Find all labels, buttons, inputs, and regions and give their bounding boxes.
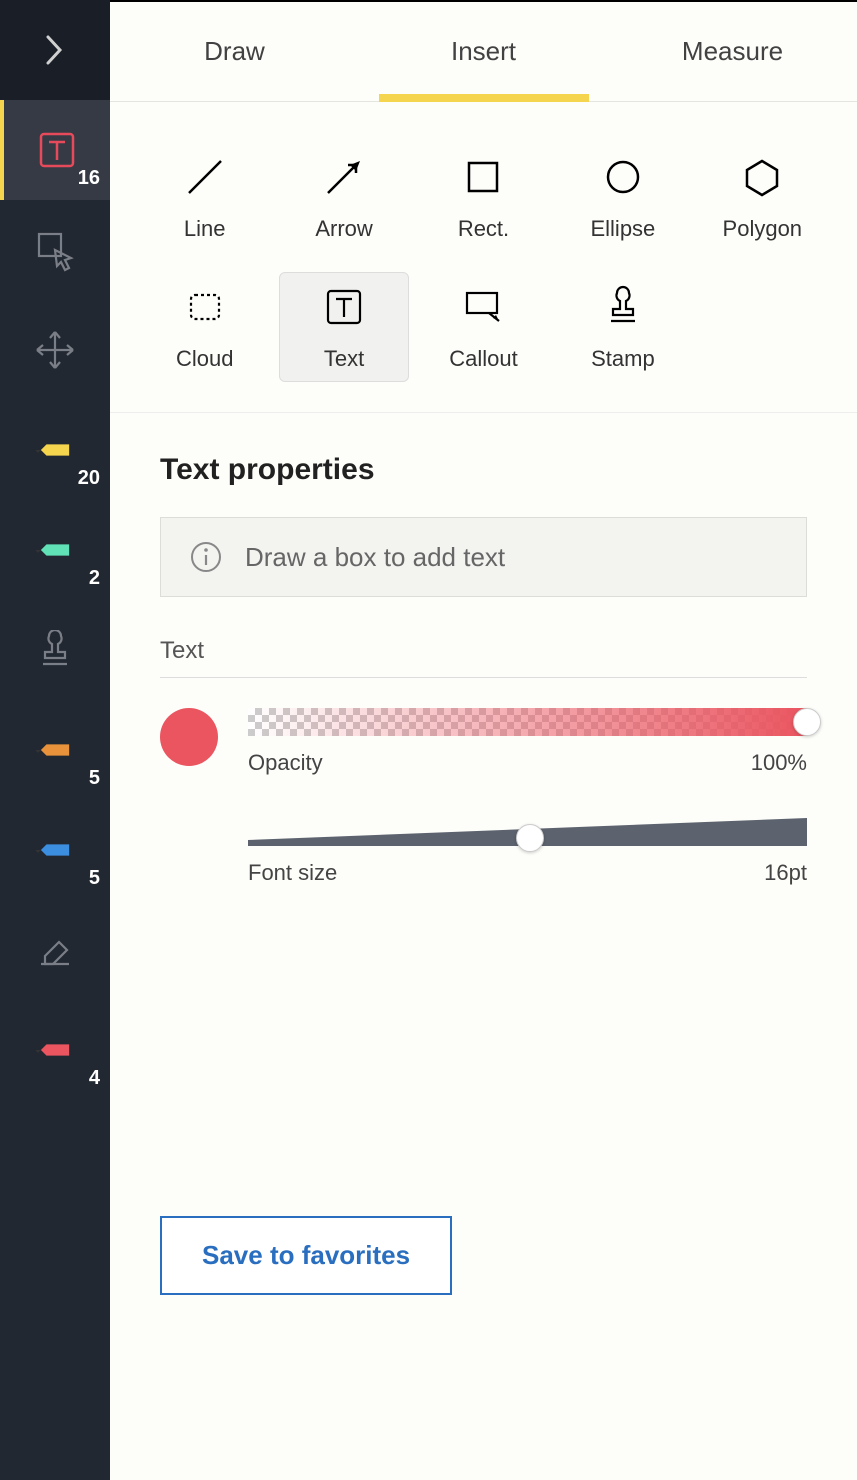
opacity-row: Opacity 100% [160,708,807,776]
section-label: Text [160,637,807,678]
sidebar-badge: 5 [89,767,100,790]
rect-icon [461,152,505,202]
shape-stamp[interactable]: Stamp [558,272,687,382]
fontsize-label: Font size [248,860,337,886]
sidebar-item-stamp[interactable] [0,600,110,700]
text-icon [322,282,366,332]
cloud-icon [183,282,227,332]
pen-icon [30,725,81,776]
pen-icon [30,425,81,476]
polygon-icon [740,152,784,202]
pen-icon [30,825,81,876]
sidebar-item-eraser[interactable] [0,900,110,1000]
shape-label: Callout [449,346,517,372]
sidebar-expand[interactable] [0,0,110,100]
sidebar-item-pen-yellow[interactable]: 20 [0,400,110,500]
tab-insert[interactable]: Insert [359,2,608,101]
ellipse-icon [601,152,645,202]
shape-ellipse[interactable]: Ellipse [558,142,687,252]
shape-label: Arrow [315,216,372,242]
text-tool-icon [37,130,77,170]
shape-label: Rect. [458,216,509,242]
shape-label: Polygon [723,216,803,242]
stamp-icon [601,282,645,332]
text-color-swatch[interactable] [160,708,218,766]
shape-cloud[interactable]: Cloud [140,272,269,382]
shape-label: Line [184,216,226,242]
fontsize-thumb[interactable] [516,824,544,852]
hint-text: Draw a box to add text [245,542,505,573]
shape-rect[interactable]: Rect. [419,142,548,252]
shape-line[interactable]: Line [140,142,269,252]
pen-icon [30,1025,81,1076]
select-icon [33,228,77,272]
sidebar-item-select[interactable] [0,200,110,300]
sidebar-item-pen-red[interactable]: 4 [0,1000,110,1100]
line-icon [183,152,227,202]
sidebar-badge: 5 [89,867,100,890]
properties-panel: Text properties Draw a box to add text T… [110,413,857,966]
chevron-right-icon [44,33,66,67]
shape-label: Text [324,346,364,372]
shape-polygon[interactable]: Polygon [698,142,827,252]
shape-arrow[interactable]: Arrow [279,142,408,252]
pan-icon [33,328,77,372]
sidebar-badge: 4 [89,1067,100,1090]
sidebar: 16 20 2 5 [0,0,110,1480]
arrow-icon [322,152,366,202]
fontsize-slider[interactable] [248,816,807,846]
opacity-value: 100% [751,750,807,776]
stamp-icon [35,630,75,670]
shape-grid: Line Arrow Rect. Ellipse Polygon [110,102,857,413]
shape-label: Ellipse [590,216,655,242]
pen-icon [30,525,81,576]
tab-measure[interactable]: Measure [608,2,857,101]
shape-callout[interactable]: Callout [419,272,548,382]
opacity-thumb[interactable] [793,708,821,736]
shape-label: Stamp [591,346,655,372]
main-panel: Draw Insert Measure Line Arrow Rect. [110,0,857,1480]
callout-icon [461,282,505,332]
save-favorites-button[interactable]: Save to favorites [160,1216,452,1295]
sidebar-badge: 16 [78,167,100,190]
fontsize-row: Font size 16pt [160,816,807,886]
opacity-label: Opacity [248,750,323,776]
tab-label: Insert [451,36,516,67]
sidebar-item-pan[interactable] [0,300,110,400]
tab-draw[interactable]: Draw [110,2,359,101]
hint-box: Draw a box to add text [160,517,807,597]
sidebar-item-pen-blue[interactable]: 5 [0,800,110,900]
sidebar-item-pen-mint[interactable]: 2 [0,500,110,600]
opacity-slider[interactable] [248,708,807,736]
sidebar-badge: 20 [78,467,100,490]
sidebar-item-pen-orange[interactable]: 5 [0,700,110,800]
shape-text[interactable]: Text [279,272,408,382]
shape-label: Cloud [176,346,233,372]
fontsize-value: 16pt [764,860,807,886]
sidebar-item-text-tool[interactable]: 16 [0,100,110,200]
properties-title: Text properties [160,453,807,487]
tabs: Draw Insert Measure [110,2,857,102]
tab-label: Measure [682,36,783,67]
eraser-icon [35,930,75,970]
tab-label: Draw [204,36,265,67]
info-icon [189,540,223,574]
sidebar-badge: 2 [89,567,100,590]
